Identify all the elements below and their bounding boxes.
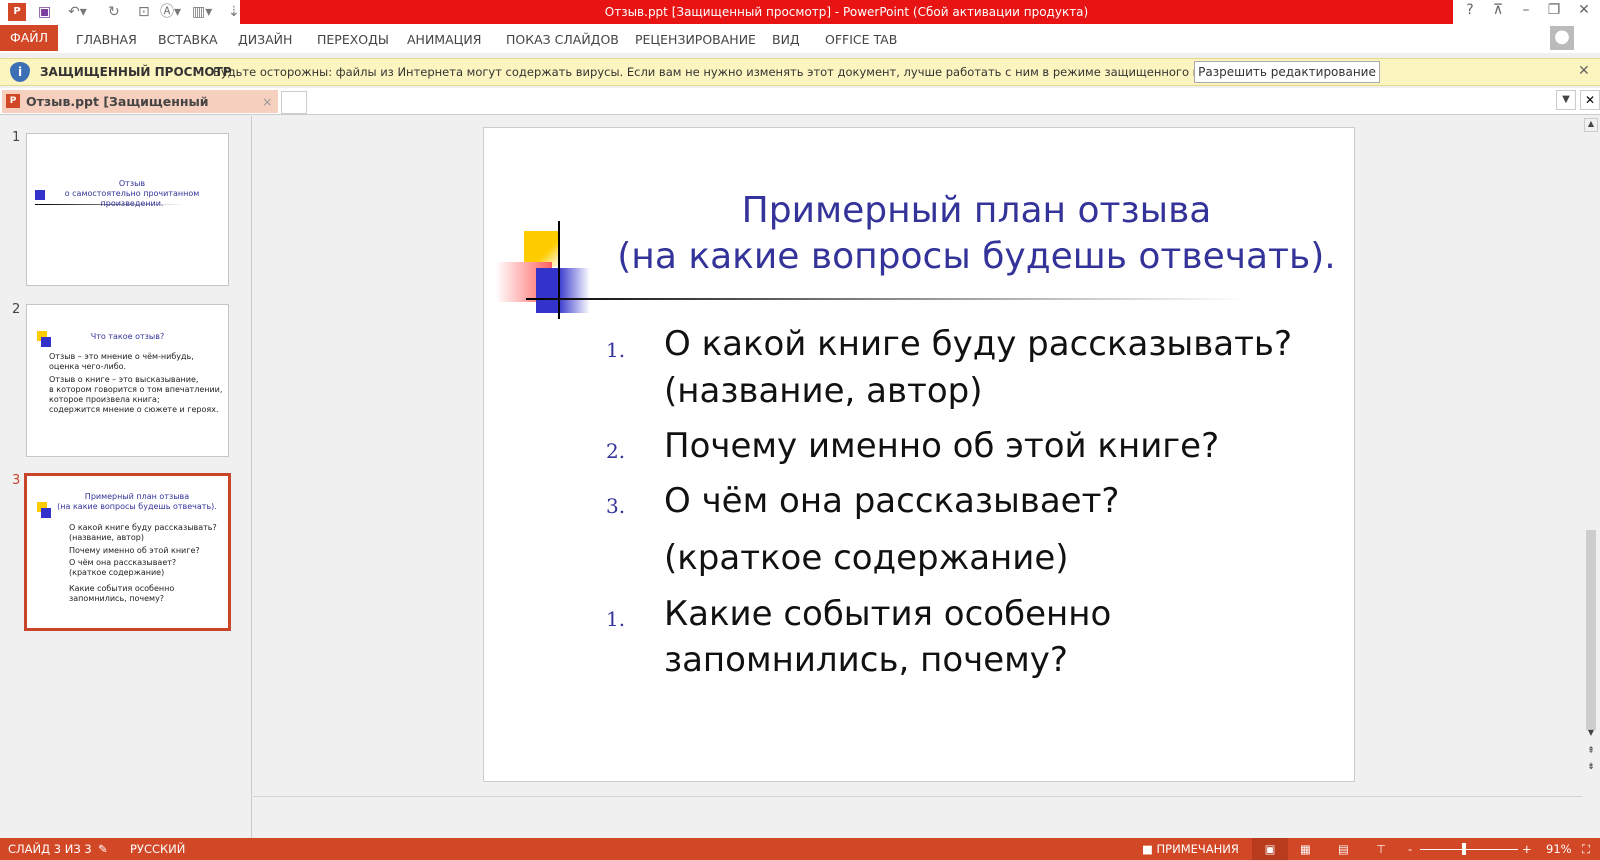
window-title: Отзыв.ppt [Защищенный просмотр] - PowerP… bbox=[240, 0, 1453, 24]
slideshow-view-icon[interactable]: ⊤ bbox=[1376, 842, 1386, 856]
minimize-icon[interactable]: – bbox=[1512, 2, 1540, 18]
customize-qat-icon[interactable]: ⇣ bbox=[228, 3, 240, 21]
thumbnail-item: Отзыв – это мнение о чём-нибудь, оценка … bbox=[49, 352, 194, 371]
font-icon[interactable]: Ⓐ▾ bbox=[160, 3, 181, 21]
restore-icon[interactable]: ❐ bbox=[1540, 2, 1568, 18]
slide-title-line-2: (на какие вопросы будешь отвечать). bbox=[617, 236, 1336, 277]
list-number: 1. bbox=[606, 338, 626, 362]
spellcheck-icon[interactable]: ✎ bbox=[98, 842, 108, 856]
protected-view-bar: i ЗАЩИЩЕННЫЙ ПРОСМОТР Будьте осторожны: … bbox=[0, 58, 1600, 86]
undo-icon[interactable]: ↶▾ bbox=[68, 3, 87, 21]
zoom-slider-thumb[interactable] bbox=[1462, 843, 1466, 855]
list-item-text: Почему именно об этой книге? bbox=[664, 426, 1220, 466]
close-icon[interactable]: ✕ bbox=[1570, 2, 1598, 18]
ppt-file-icon: P bbox=[6, 94, 20, 108]
close-warning-icon[interactable]: ✕ bbox=[1578, 63, 1590, 79]
tab-design[interactable]: ДИЗАЙН bbox=[238, 30, 292, 50]
help-icon[interactable]: ? bbox=[1456, 2, 1484, 18]
tab-slideshow[interactable]: ПОКАЗ СЛАЙДОВ bbox=[506, 30, 619, 50]
new-tab-button[interactable] bbox=[281, 91, 307, 114]
slide-thumbnail-1[interactable]: Отзыв о самостоятельно прочитанном произ… bbox=[26, 133, 229, 286]
protected-view-title: ЗАЩИЩЕННЫЙ ПРОСМОТР bbox=[40, 65, 232, 79]
list-number: 2. bbox=[606, 439, 626, 463]
notes-divider[interactable] bbox=[253, 796, 1582, 797]
next-slide-icon[interactable]: ⇟ bbox=[1584, 762, 1598, 772]
list-number: 3. bbox=[606, 494, 626, 518]
thumbnail-title: Примерный план отзыва (на какие вопросы … bbox=[57, 492, 217, 511]
status-bar: СЛАЙД 3 ИЗ 3 ✎ РУССКИЙ ■ ПРИМЕЧАНИЯ ▣ ▦ … bbox=[0, 838, 1600, 860]
decor-squares-icon bbox=[35, 190, 45, 200]
normal-view-icon[interactable]: ▣ bbox=[1252, 838, 1288, 860]
slide-title-line-1: Примерный план отзыва bbox=[741, 190, 1212, 231]
thumbnail-item: Какие события особенно запомнились, поче… bbox=[69, 584, 175, 603]
ribbon-display-icon[interactable]: ⊼ bbox=[1484, 2, 1512, 18]
avatar[interactable]: ● bbox=[1550, 26, 1574, 50]
close-tab-icon[interactable]: × bbox=[262, 90, 272, 113]
list-item-text: Какие события особенно bbox=[664, 594, 1112, 634]
thumbnail-item: О какой книге буду рассказывать? (назван… bbox=[69, 523, 217, 542]
tab-view[interactable]: ВИД bbox=[772, 30, 800, 50]
enable-editing-button[interactable]: Разрешить редактирование bbox=[1194, 61, 1380, 83]
zoom-slider[interactable] bbox=[1420, 849, 1518, 850]
slide-counter: СЛАЙД 3 ИЗ 3 bbox=[8, 842, 92, 856]
redo-icon[interactable]: ↻ bbox=[108, 3, 120, 21]
scroll-up-icon[interactable]: ▲ bbox=[1584, 118, 1598, 132]
slide-thumbnail-3[interactable]: Примерный план отзыва (на какие вопросы … bbox=[24, 473, 231, 631]
tab-office-tab[interactable]: OFFICE TAB bbox=[825, 30, 897, 50]
vertical-scrollbar[interactable]: ▲ ▼ ⇞ ⇟ bbox=[1582, 116, 1600, 772]
powerpoint-logo-icon: P bbox=[8, 3, 26, 21]
close-document-icon[interactable]: ✕ bbox=[1580, 90, 1600, 110]
language-indicator[interactable]: РУССКИЙ bbox=[130, 842, 185, 856]
notes-button[interactable]: ■ ПРИМЕЧАНИЯ bbox=[1142, 842, 1239, 856]
zoom-in-button[interactable]: + bbox=[1522, 842, 1532, 856]
thumbnail-title: Что такое отзыв? bbox=[90, 332, 165, 341]
document-tabs: P Отзыв.ppt [Защищенный просмотр] × ▼ ✕ bbox=[0, 88, 1600, 132]
list-item-text: (краткое содержание) bbox=[664, 538, 1069, 578]
tab-list-dropdown-icon[interactable]: ▼ bbox=[1556, 90, 1576, 110]
tab-transitions[interactable]: ПЕРЕХОДЫ bbox=[317, 30, 389, 50]
document-tab[interactable]: P Отзыв.ppt [Защищенный просмотр] × bbox=[2, 90, 278, 132]
slide-thumbnails-pane: 1 Отзыв о самостоятельно прочитанном про… bbox=[0, 116, 252, 838]
slideshow-icon[interactable]: ⊡ bbox=[138, 3, 150, 21]
list-item-text: запомнились, почему? bbox=[664, 640, 1068, 680]
zoom-level[interactable]: 91% bbox=[1546, 842, 1572, 856]
thumbnail-item: Почему именно об этой книге? bbox=[69, 546, 200, 555]
save-icon[interactable]: ▣ bbox=[38, 3, 51, 21]
scroll-thumb[interactable] bbox=[1586, 530, 1596, 730]
info-shield-icon: i bbox=[10, 62, 30, 82]
tab-insert[interactable]: ВСТАВКА bbox=[158, 30, 218, 50]
list-item-text: О чём она рассказывает? bbox=[664, 481, 1120, 521]
slide-number: 1 bbox=[12, 130, 21, 145]
reading-view-icon[interactable]: ▤ bbox=[1338, 842, 1349, 856]
slide-canvas[interactable]: Примерный план отзыва (на какие вопросы … bbox=[483, 127, 1355, 782]
zoom-out-button[interactable]: - bbox=[1408, 842, 1412, 856]
tab-review[interactable]: РЕЦЕНЗИРОВАНИЕ bbox=[635, 30, 756, 50]
tab-home[interactable]: ГЛАВНАЯ bbox=[76, 30, 137, 50]
thumbnail-title: Отзыв о самостоятельно прочитанном произ… bbox=[64, 179, 200, 208]
comment-icon: ■ bbox=[1142, 842, 1157, 856]
previous-slide-icon[interactable]: ⇞ bbox=[1584, 746, 1598, 756]
title-underline bbox=[526, 298, 1246, 300]
thumbnail-item: Отзыв о книге – это высказывание, в кото… bbox=[49, 375, 223, 414]
thumbnail-item: О чём она рассказывает? (краткое содержа… bbox=[69, 558, 177, 577]
ribbon-tabs: ФАЙЛ ГЛАВНАЯ ВСТАВКА ДИЗАЙН ПЕРЕХОДЫ АНИ… bbox=[0, 25, 1600, 53]
list-item-text: О какой книге буду рассказывать? bbox=[664, 324, 1293, 364]
slide-sorter-icon[interactable]: ▦ bbox=[1300, 842, 1311, 856]
tab-animation[interactable]: АНИМАЦИЯ bbox=[407, 30, 481, 50]
tab-file[interactable]: ФАЙЛ bbox=[0, 25, 58, 51]
list-number: 1. bbox=[606, 607, 626, 631]
scroll-down-icon[interactable]: ▼ bbox=[1584, 728, 1598, 742]
slide-number: 3 bbox=[12, 473, 21, 488]
notes-label: ПРИМЕЧАНИЯ bbox=[1156, 842, 1239, 856]
protected-view-message: Будьте осторожны: файлы из Интернета мог… bbox=[213, 65, 1262, 79]
slide-number: 2 bbox=[12, 302, 21, 317]
list-item-text: (название, автор) bbox=[664, 371, 983, 411]
slide-thumbnail-2[interactable]: Что такое отзыв? Отзыв – это мнение о чё… bbox=[26, 304, 229, 457]
layout-icon[interactable]: ▥▾ bbox=[192, 3, 212, 21]
title-bar: P ▣ ↶▾ ↻ ⊡ Ⓐ▾ ▥▾ ⇣ Отзыв.ppt [Защищенный… bbox=[0, 0, 1600, 25]
fit-to-window-icon[interactable]: ⛶ bbox=[1582, 842, 1590, 857]
